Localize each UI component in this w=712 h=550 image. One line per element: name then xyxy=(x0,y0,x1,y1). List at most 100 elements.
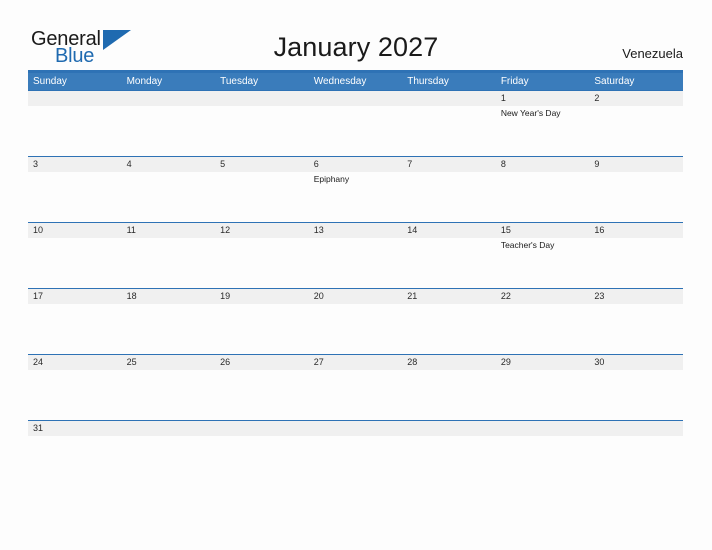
day-cell[interactable]: 13 xyxy=(308,223,403,288)
holiday-event: Epiphany xyxy=(313,174,350,184)
day-cell[interactable]: 22 xyxy=(495,289,590,354)
day-cell[interactable]: 5 xyxy=(215,157,309,222)
day-cell-empty xyxy=(308,91,403,156)
day-cell-empty xyxy=(308,421,403,443)
date-number: 30 xyxy=(589,355,683,370)
day-cell[interactable]: 11 xyxy=(121,223,216,288)
date-number xyxy=(402,91,496,106)
week-body: 31 xyxy=(28,421,683,443)
date-number: 22 xyxy=(495,289,590,304)
day-cell[interactable]: 14 xyxy=(402,223,496,288)
day-cell[interactable]: 20 xyxy=(308,289,403,354)
day-cell[interactable]: 8 xyxy=(495,157,590,222)
date-number: 4 xyxy=(121,157,216,172)
day-cell[interactable]: 31 xyxy=(28,421,122,443)
date-number: 27 xyxy=(308,355,403,370)
day-cell[interactable]: 23 xyxy=(589,289,683,354)
day-cell[interactable]: 27 xyxy=(308,355,403,420)
day-cell[interactable]: 12 xyxy=(215,223,309,288)
day-cell[interactable]: 29 xyxy=(495,355,590,420)
day-cell[interactable]: 28 xyxy=(402,355,496,420)
day-cell[interactable]: 10 xyxy=(28,223,122,288)
week-row: 3 4 5 6 Epiphany 7 8 9 xyxy=(28,156,683,222)
week-row: 31 xyxy=(28,420,683,443)
weekday-header-saturday: Saturday xyxy=(594,76,635,87)
date-number: 26 xyxy=(215,355,309,370)
day-cell-empty xyxy=(402,91,496,156)
weekday-header-monday: Monday xyxy=(126,76,163,87)
date-number: 15 xyxy=(495,223,590,238)
weekday-header-friday: Friday xyxy=(500,76,529,87)
date-number xyxy=(121,91,216,106)
day-cell[interactable]: 2 xyxy=(589,91,683,156)
date-number xyxy=(308,91,403,106)
day-cell[interactable]: 24 xyxy=(28,355,122,420)
event-list: Teacher's Day xyxy=(496,238,590,251)
date-number: 2 xyxy=(589,91,683,106)
weekday-header-wednesday: Wednesday xyxy=(313,76,367,87)
week-row: 10 11 12 13 14 15 Teacher's Day 16 xyxy=(28,222,683,288)
day-cell[interactable]: 4 xyxy=(121,157,216,222)
day-cell[interactable]: 3 xyxy=(28,157,122,222)
date-number: 24 xyxy=(28,355,122,370)
day-cell[interactable]: 1 New Year's Day xyxy=(495,91,590,156)
date-number: 3 xyxy=(28,157,122,172)
date-number: 21 xyxy=(402,289,496,304)
week-body: 1 New Year's Day 2 xyxy=(28,91,683,156)
day-cell-empty xyxy=(215,421,309,443)
date-number: 18 xyxy=(121,289,216,304)
date-number: 23 xyxy=(589,289,683,304)
day-cell[interactable]: 17 xyxy=(28,289,122,354)
date-number: 28 xyxy=(402,355,496,370)
day-cell[interactable]: 30 xyxy=(589,355,683,420)
day-cell[interactable]: 7 xyxy=(402,157,496,222)
week-body: 17 18 19 20 21 22 23 xyxy=(28,289,683,354)
calendar-grid: Sunday Monday Tuesday Wednesday Thursday Frid… xyxy=(28,70,683,443)
date-number xyxy=(215,421,309,436)
date-number: 5 xyxy=(215,157,309,172)
day-cell-empty xyxy=(402,421,496,443)
weekday-header-sunday: Sunday xyxy=(33,76,67,87)
day-cell[interactable]: 18 xyxy=(121,289,216,354)
date-number: 17 xyxy=(28,289,122,304)
date-number: 12 xyxy=(215,223,309,238)
event-list: New Year's Day xyxy=(496,106,590,119)
date-number: 29 xyxy=(495,355,590,370)
date-number xyxy=(308,421,403,436)
date-number: 10 xyxy=(28,223,122,238)
date-number xyxy=(402,421,496,436)
date-number: 13 xyxy=(308,223,403,238)
day-cell[interactable]: 16 xyxy=(589,223,683,288)
date-number: 31 xyxy=(28,421,122,436)
day-cell[interactable]: 25 xyxy=(121,355,216,420)
date-number: 14 xyxy=(402,223,496,238)
day-cell[interactable]: 6 Epiphany xyxy=(308,157,403,222)
week-body: 10 11 12 13 14 15 Teacher's Day 16 xyxy=(28,223,683,288)
date-number: 19 xyxy=(215,289,309,304)
week-row: 17 18 19 20 21 22 23 xyxy=(28,288,683,354)
date-number xyxy=(28,91,122,106)
date-number xyxy=(495,421,590,436)
week-row: 1 New Year's Day 2 xyxy=(28,90,683,156)
date-number: 20 xyxy=(308,289,403,304)
day-cell[interactable]: 26 xyxy=(215,355,309,420)
day-cell-empty xyxy=(121,421,216,443)
week-row: 24 25 26 27 28 29 30 xyxy=(28,354,683,420)
date-number xyxy=(215,91,309,106)
calendar-page: General Blue January 2027 Venezuela Sund… xyxy=(0,0,712,550)
day-cell[interactable]: 21 xyxy=(402,289,496,354)
date-number: 16 xyxy=(589,223,683,238)
date-number: 11 xyxy=(121,223,216,238)
day-cell[interactable]: 9 xyxy=(589,157,683,222)
page-header: General Blue January 2027 Venezuela xyxy=(0,0,712,66)
holiday-event: New Year's Day xyxy=(500,108,561,118)
weekday-header-thursday: Thursday xyxy=(407,76,449,87)
date-number: 9 xyxy=(589,157,683,172)
event-list: Epiphany xyxy=(309,172,403,185)
day-cell-empty xyxy=(215,91,309,156)
day-cell[interactable]: 19 xyxy=(215,289,309,354)
week-body: 3 4 5 6 Epiphany 7 8 9 xyxy=(28,157,683,222)
day-cell-empty xyxy=(28,91,122,156)
day-cell[interactable]: 15 Teacher's Day xyxy=(495,223,590,288)
date-number: 1 xyxy=(495,91,590,106)
